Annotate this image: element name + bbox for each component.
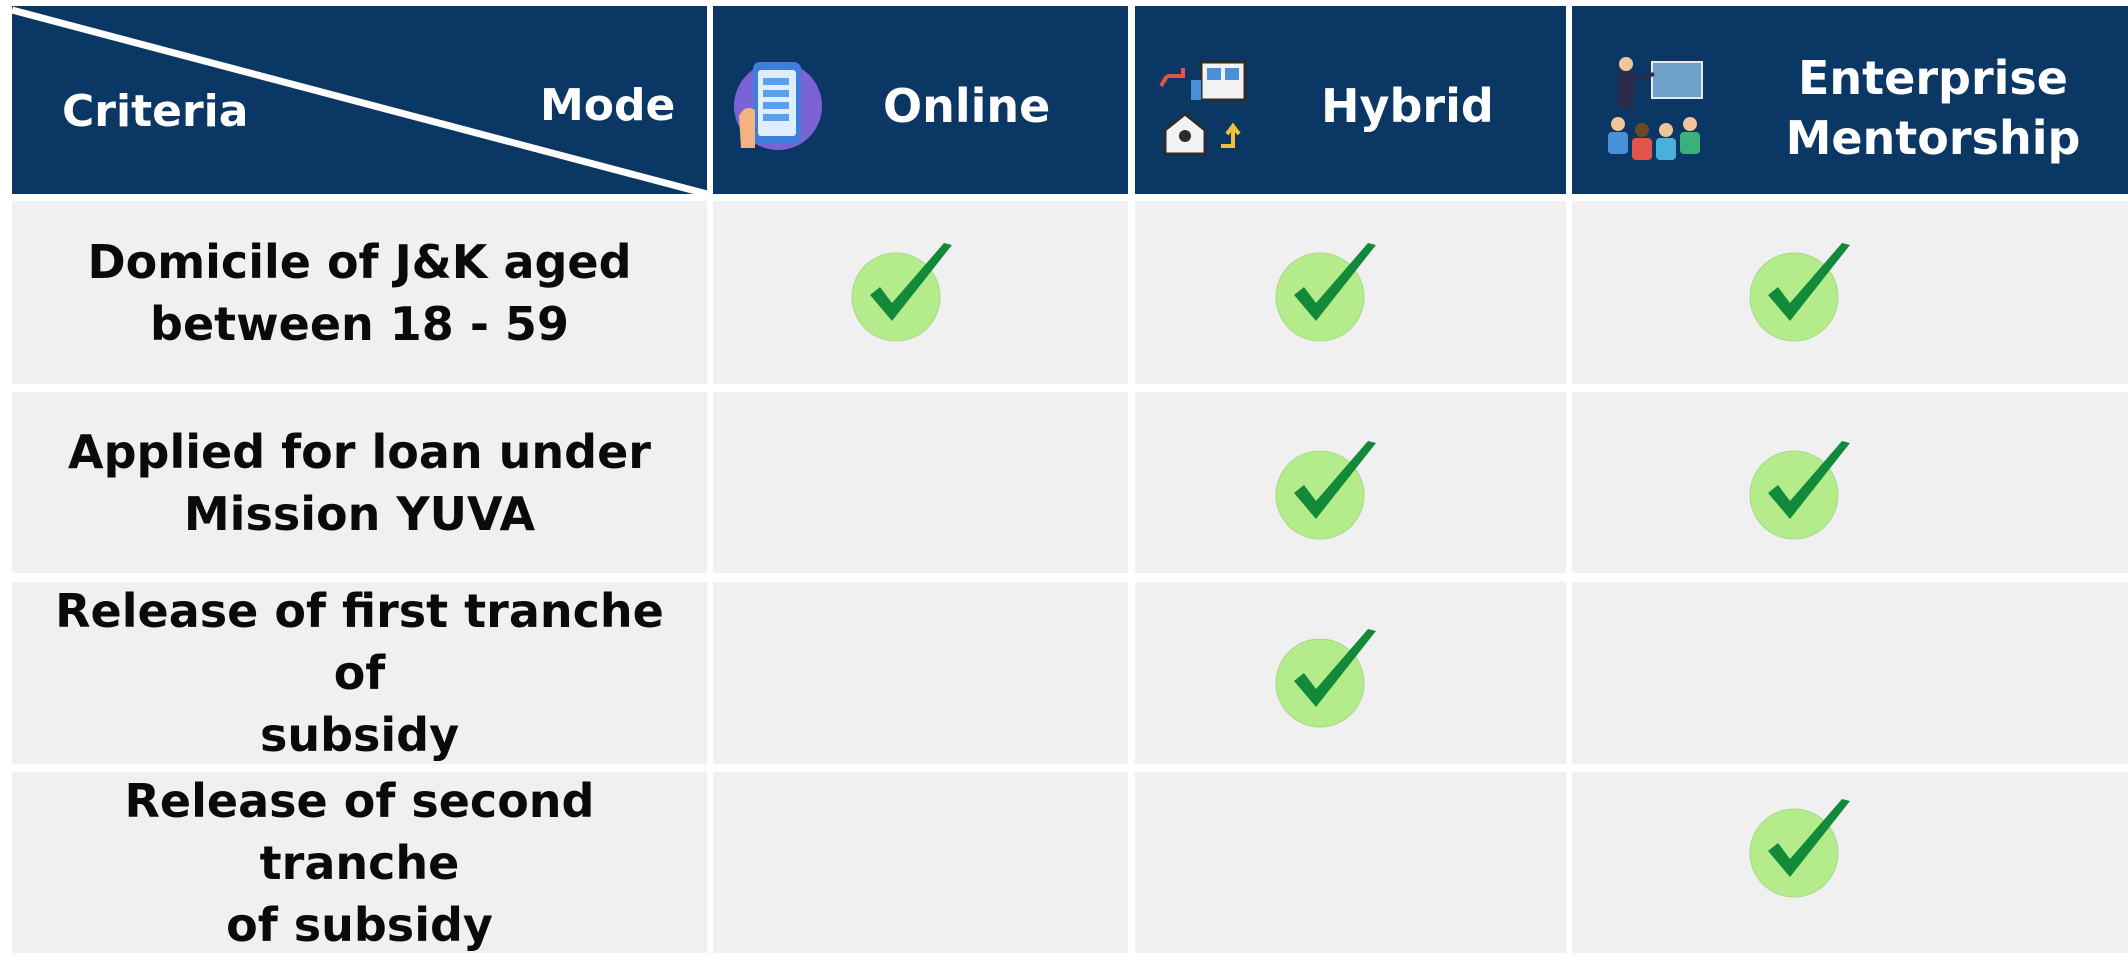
check-mark-icon <box>1272 623 1382 733</box>
check-mark-layer <box>0 0 2128 953</box>
check-mark-icon <box>848 237 958 347</box>
check-mark-icon <box>1746 237 1856 347</box>
check-mark-icon <box>1272 237 1382 347</box>
check-mark-icon <box>1746 793 1856 903</box>
check-mark-icon <box>1272 435 1382 545</box>
check-mark-icon <box>1746 435 1856 545</box>
